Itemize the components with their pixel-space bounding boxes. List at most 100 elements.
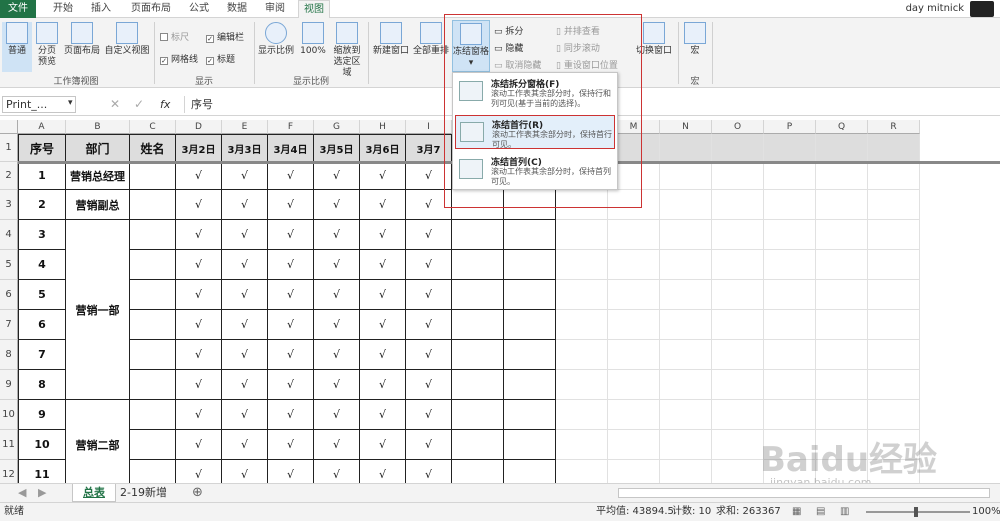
grid-cell[interactable]: [660, 190, 712, 220]
gridlines-checkbox[interactable]: ✓ 网格线: [160, 52, 198, 65]
column-header[interactable]: E: [222, 120, 268, 134]
attendance-cell[interactable]: √: [314, 190, 360, 220]
grid-cell[interactable]: [816, 310, 868, 340]
attendance-cell[interactable]: √: [406, 460, 452, 483]
tab-home[interactable]: 开始: [46, 0, 80, 18]
table-header-cell[interactable]: 3月2日: [176, 134, 222, 162]
menu-item-freeze-top-row[interactable]: 冻结首行(R) 滚动工作表其余部分时，保持首行可见。: [455, 115, 615, 149]
grid-cell[interactable]: [712, 220, 764, 250]
grid-cell[interactable]: [660, 250, 712, 280]
column-header[interactable]: D: [176, 120, 222, 134]
column-header[interactable]: C: [130, 120, 176, 134]
page-break-preview-button[interactable]: 分页预览: [34, 22, 60, 68]
attendance-cell[interactable]: √: [360, 340, 406, 370]
table-header-cell[interactable]: 3月4日: [268, 134, 314, 162]
table-header-cell[interactable]: 部门: [66, 134, 130, 162]
next-sheet-icon[interactable]: ▶: [38, 486, 46, 499]
empty-cell[interactable]: [504, 310, 556, 340]
grid-cell[interactable]: [868, 340, 920, 370]
tab-insert[interactable]: 插入: [84, 0, 118, 18]
attendance-cell[interactable]: √: [360, 460, 406, 483]
attendance-cell[interactable]: √: [360, 280, 406, 310]
name-cell[interactable]: [130, 280, 176, 310]
serial-cell[interactable]: 5: [18, 280, 66, 310]
grid-cell[interactable]: [764, 190, 816, 220]
prev-sheet-icon[interactable]: ◀: [18, 486, 26, 499]
grid-cell[interactable]: [712, 162, 764, 190]
empty-cell[interactable]: [504, 430, 556, 460]
name-cell[interactable]: [130, 400, 176, 430]
empty-cell[interactable]: [452, 460, 504, 483]
grid-cell[interactable]: [660, 162, 712, 190]
attendance-cell[interactable]: √: [360, 220, 406, 250]
attendance-cell[interactable]: √: [406, 400, 452, 430]
serial-cell[interactable]: 8: [18, 370, 66, 400]
attendance-cell[interactable]: √: [314, 430, 360, 460]
serial-cell[interactable]: 3: [18, 220, 66, 250]
column-header[interactable]: I: [406, 120, 452, 134]
zoom-slider-thumb[interactable]: [914, 507, 918, 517]
empty-cell[interactable]: [452, 190, 504, 220]
attendance-cell[interactable]: √: [268, 250, 314, 280]
empty-cell[interactable]: [504, 190, 556, 220]
grid-cell[interactable]: [816, 400, 868, 430]
grid-cell[interactable]: [712, 460, 764, 483]
normal-view-button[interactable]: 普通: [2, 22, 32, 72]
dept-cell[interactable]: 营销二部: [66, 400, 130, 483]
grid-cell[interactable]: [660, 430, 712, 460]
attendance-cell[interactable]: √: [406, 220, 452, 250]
attendance-cell[interactable]: √: [268, 400, 314, 430]
attendance-cell[interactable]: √: [360, 310, 406, 340]
menu-item-freeze-first-column[interactable]: 冻结首列(C) 滚动工作表其余部分时，保持首列可见。: [455, 153, 615, 187]
attendance-cell[interactable]: √: [406, 430, 452, 460]
grid-cell[interactable]: [868, 400, 920, 430]
attendance-cell[interactable]: √: [176, 400, 222, 430]
empty-cell[interactable]: [452, 280, 504, 310]
column-header[interactable]: N: [660, 120, 712, 134]
grid-cell[interactable]: [764, 250, 816, 280]
attendance-cell[interactable]: √: [406, 340, 452, 370]
empty-cell[interactable]: [452, 220, 504, 250]
attendance-cell[interactable]: √: [314, 162, 360, 190]
grid-cell[interactable]: [712, 190, 764, 220]
grid-cell[interactable]: [712, 250, 764, 280]
empty-cell[interactable]: [452, 430, 504, 460]
grid-cell[interactable]: [816, 340, 868, 370]
table-header-cell[interactable]: 3月6日: [360, 134, 406, 162]
confirm-icon[interactable]: ✓: [134, 97, 144, 111]
grid-cell[interactable]: [608, 310, 660, 340]
grid-cell[interactable]: [608, 280, 660, 310]
page-layout-icon[interactable]: ▤: [816, 503, 825, 520]
empty-cell[interactable]: [504, 280, 556, 310]
attendance-cell[interactable]: √: [222, 162, 268, 190]
grid-cell[interactable]: [764, 340, 816, 370]
attendance-cell[interactable]: √: [360, 430, 406, 460]
macros-button[interactable]: 宏: [682, 22, 708, 57]
tab-formulas[interactable]: 公式: [184, 0, 214, 18]
grid-cell[interactable]: [660, 460, 712, 483]
grid-cell[interactable]: [712, 430, 764, 460]
row-header[interactable]: 12: [0, 460, 18, 483]
grid-cell[interactable]: [764, 400, 816, 430]
hide-button[interactable]: ▭ 隐藏: [494, 41, 523, 54]
row-header[interactable]: 2: [0, 162, 18, 190]
grid-cell[interactable]: [608, 430, 660, 460]
attendance-cell[interactable]: √: [222, 280, 268, 310]
grid-cell[interactable]: [556, 430, 608, 460]
column-header[interactable]: B: [66, 120, 130, 134]
attendance-cell[interactable]: √: [176, 162, 222, 190]
formula-bar-checkbox[interactable]: ✓ 编辑栏: [206, 30, 244, 43]
attendance-cell[interactable]: √: [222, 220, 268, 250]
zoom-slider[interactable]: [866, 511, 970, 513]
attendance-cell[interactable]: √: [268, 190, 314, 220]
grid-cell[interactable]: [556, 460, 608, 483]
attendance-cell[interactable]: √: [406, 190, 452, 220]
row-header[interactable]: 3: [0, 190, 18, 220]
attendance-cell[interactable]: √: [268, 280, 314, 310]
grid-cell[interactable]: [816, 162, 868, 190]
attendance-cell[interactable]: √: [222, 250, 268, 280]
table-header-cell[interactable]: 3月7: [406, 134, 452, 162]
attendance-cell[interactable]: √: [360, 370, 406, 400]
arrange-all-button[interactable]: 全部重排: [412, 22, 450, 57]
attendance-cell[interactable]: √: [176, 460, 222, 483]
